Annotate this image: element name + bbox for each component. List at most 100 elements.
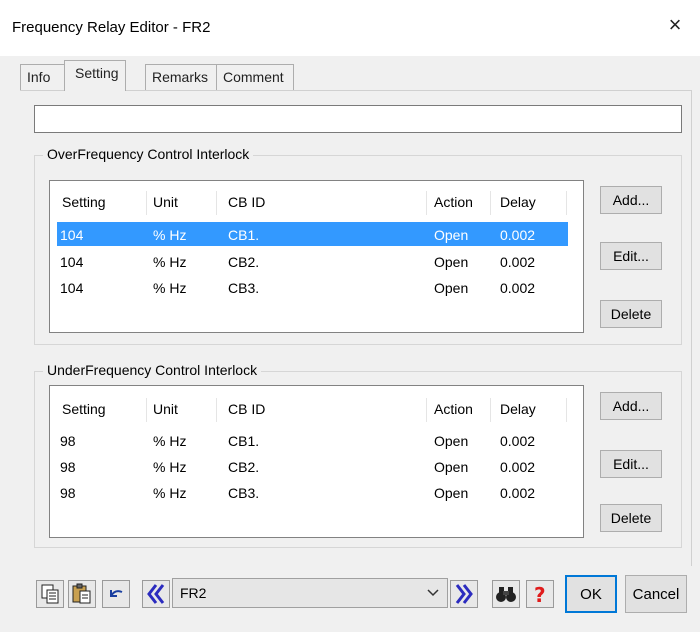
cell-unit: % Hz [153, 459, 187, 475]
cell-action: Open [434, 254, 469, 270]
tab-setting[interactable]: Setting [64, 60, 126, 91]
cell-action: Open [434, 433, 469, 449]
cell-delay: 0.002 [500, 227, 536, 243]
cell-setting: 98 [60, 459, 76, 475]
column-header-setting[interactable]: Setting [62, 396, 106, 422]
cell-delay: 0.002 [500, 254, 536, 270]
cell-unit: % Hz [153, 485, 187, 501]
undo-button[interactable] [102, 580, 130, 608]
column-divider [216, 398, 217, 422]
previous-button[interactable] [142, 580, 170, 608]
cell-setting: 98 [60, 433, 76, 449]
relay-selector-value: FR2 [180, 585, 207, 601]
find-button[interactable] [492, 580, 520, 608]
close-button[interactable]: × [662, 12, 688, 38]
over-delete-button[interactable]: Delete [600, 300, 662, 328]
chevron-down-icon [427, 589, 439, 597]
tab-info[interactable]: Info [20, 64, 65, 90]
cell-action: Open [434, 227, 469, 243]
list-header: Setting Unit CB ID Action Delay [50, 396, 583, 422]
column-divider [566, 191, 567, 215]
cell-unit: % Hz [153, 433, 187, 449]
cell-delay: 0.002 [500, 485, 536, 501]
underfrequency-list[interactable]: Setting Unit CB ID Action Delay 98 % Hz … [49, 385, 584, 538]
column-header-cb-id[interactable]: CB ID [228, 189, 265, 215]
copy-icon [41, 584, 59, 604]
under-delete-button[interactable]: Delete [600, 504, 662, 532]
cell-action: Open [434, 280, 469, 296]
under-edit-button[interactable]: Edit... [600, 450, 662, 478]
paste-button[interactable] [68, 580, 96, 608]
top-text-field[interactable] [34, 105, 682, 133]
table-row[interactable]: 98 % Hz CB3. Open 0.002 [50, 480, 583, 506]
ok-button[interactable]: OK [565, 575, 617, 613]
tab-remarks[interactable]: Remarks [145, 64, 217, 90]
cell-setting: 98 [60, 485, 76, 501]
window-title: Frequency Relay Editor - FR2 [12, 19, 211, 36]
title-bar: Frequency Relay Editor - FR2 × [0, 0, 700, 56]
cell-cb-id: CB2. [228, 254, 260, 270]
over-add-button[interactable]: Add... [600, 186, 662, 214]
column-divider [146, 191, 147, 215]
column-header-action[interactable]: Action [434, 189, 473, 215]
help-icon: ? [534, 583, 546, 607]
tab-info-label: Info [27, 69, 51, 85]
cell-cb-id: CB1. [228, 433, 260, 449]
copy-button[interactable] [36, 580, 64, 608]
relay-selector[interactable]: FR2 [172, 578, 448, 608]
cancel-button[interactable]: Cancel [625, 575, 687, 613]
column-divider [146, 398, 147, 422]
column-divider [490, 191, 491, 215]
tab-comment[interactable]: Comment [216, 64, 294, 90]
overfrequency-list[interactable]: Setting Unit CB ID Action Delay 104 % Hz… [49, 180, 584, 333]
paste-icon [72, 583, 91, 604]
column-divider [490, 398, 491, 422]
cell-unit: % Hz [153, 254, 187, 270]
column-header-unit[interactable]: Unit [153, 396, 178, 422]
cell-delay: 0.002 [500, 280, 536, 296]
cell-action: Open [434, 459, 469, 475]
column-header-action[interactable]: Action [434, 396, 473, 422]
cell-setting: 104 [60, 280, 84, 296]
cell-action: Open [434, 485, 469, 501]
cell-cb-id: CB3. [228, 485, 260, 501]
overfrequency-group-title: OverFrequency Control Interlock [43, 146, 254, 162]
column-header-cb-id[interactable]: CB ID [228, 396, 265, 422]
tab-comment-label: Comment [223, 69, 284, 85]
table-row[interactable]: 104 % Hz CB3. Open 0.002 [50, 275, 583, 301]
over-edit-button[interactable]: Edit... [600, 242, 662, 270]
help-button[interactable]: ? [526, 580, 554, 608]
column-divider [216, 191, 217, 215]
column-header-delay[interactable]: Delay [500, 396, 536, 422]
column-header-delay[interactable]: Delay [500, 189, 536, 215]
cell-delay: 0.002 [500, 459, 536, 475]
next-button[interactable] [450, 580, 478, 608]
close-icon: × [668, 12, 682, 37]
previous-icon [147, 584, 165, 604]
column-header-unit[interactable]: Unit [153, 189, 178, 215]
binoculars-icon [496, 587, 516, 602]
cell-cb-id: CB1. [228, 227, 260, 243]
column-divider [566, 398, 567, 422]
column-header-setting[interactable]: Setting [62, 189, 106, 215]
cell-setting: 104 [60, 227, 84, 243]
list-header: Setting Unit CB ID Action Delay [50, 189, 583, 215]
table-row[interactable]: 98 % Hz CB2. Open 0.002 [50, 454, 583, 480]
under-add-button[interactable]: Add... [600, 392, 662, 420]
column-divider [426, 191, 427, 215]
underfrequency-group-title: UnderFrequency Control Interlock [43, 362, 262, 378]
next-icon [455, 584, 473, 604]
cell-unit: % Hz [153, 280, 187, 296]
cell-unit: % Hz [153, 227, 187, 243]
table-row[interactable]: 104 % Hz CB2. Open 0.002 [50, 249, 583, 275]
tab-setting-label: Setting [75, 65, 119, 81]
cell-delay: 0.002 [500, 433, 536, 449]
cell-setting: 104 [60, 254, 84, 270]
table-row[interactable]: 98 % Hz CB1. Open 0.002 [50, 428, 583, 454]
column-divider [426, 398, 427, 422]
tab-remarks-label: Remarks [152, 69, 209, 85]
svg-text:?: ? [534, 583, 546, 607]
cell-cb-id: CB3. [228, 280, 260, 296]
undo-icon [110, 590, 123, 597]
table-row[interactable]: 104 % Hz CB1. Open 0.002 [50, 222, 583, 248]
